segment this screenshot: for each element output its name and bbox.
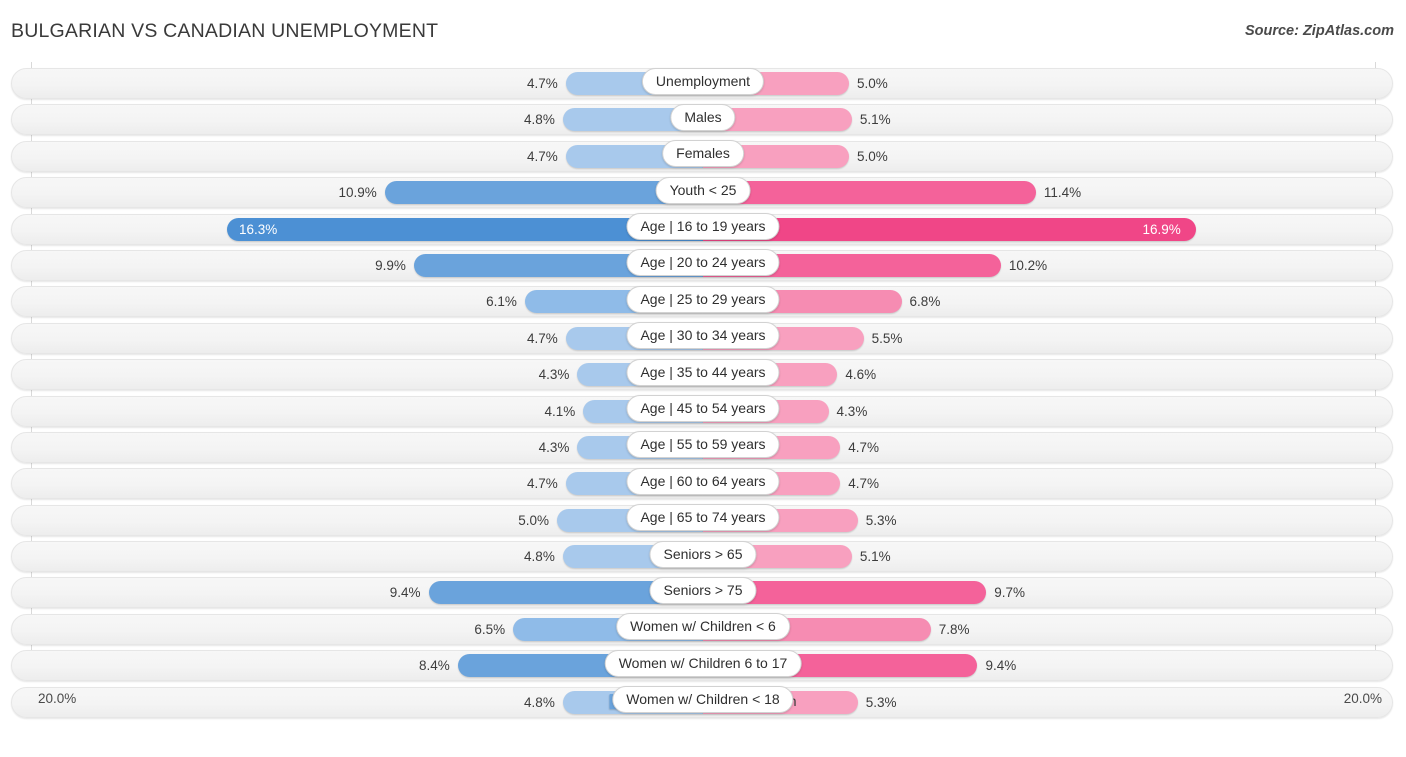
- category-label: Seniors > 75: [649, 576, 757, 604]
- category-label: Age | 30 to 34 years: [626, 322, 780, 350]
- value-label-bulgarian: 16.3%: [239, 221, 278, 237]
- value-label-bulgarian: 6.5%: [474, 621, 506, 637]
- value-label-bulgarian: 4.7%: [526, 476, 558, 492]
- value-label-canadian: 5.1%: [859, 549, 891, 565]
- value-label-canadian: 7.8%: [938, 621, 970, 637]
- value-label-bulgarian: 4.7%: [526, 76, 558, 91]
- category-label: Women w/ Children 6 to 17: [604, 649, 802, 677]
- chart-row: 4.1% 4.3% Age | 45 to 54 years: [0, 394, 1406, 430]
- chart-row: 9.4% 9.7% Seniors > 75: [0, 575, 1406, 611]
- value-label-canadian: 5.0%: [857, 148, 888, 164]
- value-label-canadian: 5.3%: [865, 694, 897, 710]
- chart-row: 4.3% 4.7% Age | 55 to 59 years: [0, 430, 1406, 466]
- value-label-canadian: 4.7%: [848, 439, 880, 455]
- value-label-bulgarian: 9.9%: [375, 257, 406, 273]
- value-label-bulgarian: 4.3%: [538, 439, 570, 455]
- value-label-canadian: 4.6%: [845, 367, 877, 383]
- value-label-canadian: 9.4%: [985, 658, 1017, 674]
- value-label-canadian: 4.3%: [836, 403, 868, 419]
- category-label: Age | 65 to 74 years: [626, 504, 780, 532]
- chart-row: 4.7% 5.0% Females: [0, 139, 1406, 175]
- value-label-bulgarian: 4.8%: [524, 549, 555, 565]
- category-label: Women w/ Children < 6: [616, 613, 790, 641]
- value-label-canadian: 5.0%: [857, 76, 888, 91]
- chart-rows: 4.7% 5.0% Unemployment 4.8% 5.1% Males 4.7% 5.0…: [0, 66, 1406, 721]
- chart-row: 4.8% 5.1% Males: [0, 102, 1406, 138]
- value-label-bulgarian: 10.9%: [338, 185, 377, 201]
- value-label-bulgarian: 8.4%: [418, 658, 450, 674]
- value-label-canadian: 11.4%: [1043, 185, 1082, 201]
- value-label-bulgarian: 4.3%: [538, 367, 570, 383]
- value-label-canadian: 5.1%: [859, 112, 891, 128]
- chart-row: 6.1% 6.8% Age | 25 to 29 years: [0, 284, 1406, 320]
- category-label: Males: [670, 103, 736, 131]
- value-label-canadian: 9.7%: [994, 585, 1026, 601]
- value-label-canadian: 5.3%: [865, 512, 897, 528]
- value-label-bulgarian: 4.8%: [524, 694, 555, 710]
- category-label: Age | 60 to 64 years: [626, 467, 780, 495]
- axis-label-left: 20.0%: [38, 691, 77, 706]
- chart-row: 8.4% 9.4% Women w/ Children 6 to 17: [0, 648, 1406, 684]
- category-label: Age | 35 to 44 years: [626, 358, 780, 386]
- category-label: Age | 45 to 54 years: [626, 395, 780, 423]
- chart-row: 5.0% 5.3% Age | 65 to 74 years: [0, 503, 1406, 539]
- value-label-bulgarian: 4.7%: [526, 148, 558, 164]
- chart-row: 16.3% 16.9% Age | 16 to 19 years: [0, 212, 1406, 248]
- chart-row: 4.8% 5.3% Women w/ Children < 18: [0, 685, 1406, 721]
- category-label: Women w/ Children < 18: [612, 686, 794, 714]
- category-label: Age | 16 to 19 years: [626, 213, 780, 241]
- category-label: Age | 20 to 24 years: [626, 249, 780, 277]
- bar-canadian: [703, 181, 1036, 205]
- chart-row: 4.7% 4.7% Age | 60 to 64 years: [0, 466, 1406, 502]
- value-label-canadian: 16.9%: [1142, 221, 1181, 237]
- chart-page: BULGARIAN VS CANADIAN UNEMPLOYMENT Sourc…: [0, 0, 1406, 757]
- value-label-bulgarian: 6.1%: [486, 294, 517, 310]
- value-label-canadian: 5.5%: [871, 330, 903, 346]
- value-label-bulgarian: 9.4%: [389, 585, 421, 601]
- category-label: Youth < 25: [655, 176, 751, 204]
- chart-row: 9.9% 10.2% Age | 20 to 24 years: [0, 248, 1406, 284]
- page-title: BULGARIAN VS CANADIAN UNEMPLOYMENT: [11, 20, 439, 42]
- chart-row: 4.8% 5.1% Seniors > 65: [0, 539, 1406, 575]
- category-label: Females: [662, 140, 744, 168]
- value-label-canadian: 4.7%: [848, 476, 880, 492]
- value-label-canadian: 6.8%: [909, 294, 941, 310]
- value-label-canadian: 10.2%: [1008, 257, 1048, 273]
- chart-row: 4.7% 5.5% Age | 30 to 34 years: [0, 321, 1406, 357]
- chart-row: 4.3% 4.6% Age | 35 to 44 years: [0, 357, 1406, 393]
- source-attribution: Source: ZipAtlas.com: [1244, 23, 1394, 39]
- chart-row: 6.5% 7.8% Women w/ Children < 6: [0, 612, 1406, 648]
- value-label-bulgarian: 4.7%: [526, 330, 558, 346]
- category-label: Unemployment: [641, 67, 765, 95]
- category-label: Seniors > 65: [649, 540, 757, 568]
- category-label: Age | 25 to 29 years: [626, 285, 780, 313]
- value-label-bulgarian: 4.1%: [544, 403, 576, 419]
- chart-row: 10.9% 11.4% Youth < 25: [0, 175, 1406, 211]
- category-label: Age | 55 to 59 years: [626, 431, 780, 459]
- chart-plot-area: 4.7% 5.0% Unemployment 4.8% 5.1% Males 4.7% 5.0…: [0, 62, 1406, 718]
- chart-row: 4.7% 5.0% Unemployment: [0, 66, 1406, 102]
- axis-label-right: 20.0%: [1343, 691, 1382, 706]
- value-label-bulgarian: 4.8%: [524, 112, 555, 128]
- value-label-bulgarian: 5.0%: [518, 512, 549, 528]
